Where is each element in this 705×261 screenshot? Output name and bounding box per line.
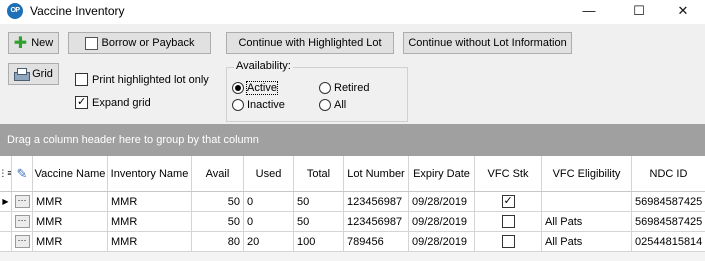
plus-icon: ✚ [13,34,28,52]
cell-vfc-eligibility: All Pats [542,232,632,251]
expand-grid-box[interactable] [75,95,88,109]
cell-avail: 80 [192,232,244,251]
close-button[interactable]: ✕ [660,0,705,24]
radio-all-circle[interactable] [319,99,331,111]
radio-active-circle[interactable] [232,82,244,94]
col-used[interactable]: Used [244,156,294,191]
grid-footer [0,252,705,261]
radio-retired[interactable]: Retired [319,82,369,94]
cell-inventory-name: MMR [108,212,192,231]
print-highlighted-label: Print highlighted lot only [92,73,209,86]
col-vfc-eligibility[interactable]: VFC Eligibility [542,156,632,191]
col-vfc-stk[interactable]: VFC Stk [475,156,542,191]
cell-vfc-eligibility [542,192,632,211]
radio-active-label: Active [246,81,278,95]
cell-vfc-stk[interactable] [475,192,542,211]
radio-inactive[interactable]: Inactive [232,99,285,111]
table-row[interactable]: ··· MMR MMR 80 20 100 789456 09/28/2019 … [0,232,705,252]
col-vaccine-name[interactable]: Vaccine Name [33,156,108,191]
col-ndc-id[interactable]: NDC ID [632,156,705,191]
row-edit-button[interactable]: ··· [12,212,33,231]
maximize-button[interactable]: ☐ [616,0,662,24]
new-button-label: New [31,37,54,49]
cell-vfc-stk[interactable] [475,232,542,251]
toolbar: ✚ New Borrow or Payback Continue with Hi… [0,24,705,124]
col-inventory-name[interactable]: Inventory Name [108,156,192,191]
continue-without-lot-button[interactable]: Continue without Lot Information [403,32,572,54]
row-indicator-icon: ▶ [0,192,12,211]
grid-button-label: Grid [32,68,53,80]
window-title: Vaccine Inventory [30,4,125,18]
cell-expiry-date: 09/28/2019 [409,212,475,231]
row-indicator [0,212,12,231]
print-highlighted-checkbox[interactable]: Print highlighted lot only [75,73,209,86]
radio-retired-circle[interactable] [319,82,331,94]
table-row[interactable]: ▶ ··· MMR MMR 50 0 50 123456987 09/28/20… [0,192,705,212]
radio-retired-label: Retired [334,82,370,94]
borrow-button-label: Borrow or Payback [101,37,195,49]
expand-grid-label: Expand grid [92,96,151,109]
cell-vaccine-name: MMR [33,192,108,211]
col-expiry-date[interactable]: Expiry Date [409,156,475,191]
cell-used: 0 [244,192,294,211]
column-chooser-icon[interactable]: ⋮≡ [0,156,12,191]
cell-lot-number: 789456 [344,232,409,251]
vfc-stk-checkbox[interactable] [501,215,515,228]
radio-all[interactable]: All [319,99,346,111]
col-avail[interactable]: Avail [192,156,244,191]
cell-vaccine-name: MMR [33,232,108,251]
cell-total: 50 [294,192,344,211]
pencil-icon: ✎ [12,156,33,191]
availability-group: Availability: Active Retired Inactive Al… [226,60,408,122]
cell-avail: 50 [192,212,244,231]
continue-highlighted-lot-button[interactable]: Continue with Highlighted Lot [226,32,394,54]
cell-avail: 50 [192,192,244,211]
cell-inventory-name: MMR [108,232,192,251]
grid-header: ⋮≡ ✎ Vaccine Name Inventory Name Avail U… [0,156,705,192]
expand-grid-checkbox[interactable]: Expand grid [75,95,151,109]
radio-inactive-circle[interactable] [232,99,244,111]
cell-expiry-date: 09/28/2019 [409,232,475,251]
cell-vfc-eligibility: All Pats [542,212,632,231]
radio-inactive-label: Inactive [247,99,285,111]
row-edit-button[interactable]: ··· [12,232,33,251]
cell-inventory-name: MMR [108,192,192,211]
cell-total: 50 [294,212,344,231]
cell-total: 100 [294,232,344,251]
new-button[interactable]: ✚ New [8,32,59,54]
cell-ndc-id: 56984587425 [635,215,703,228]
vfc-stk-checkbox[interactable] [501,235,515,248]
row-edit-button[interactable]: ··· [12,192,33,211]
borrow-payback-button[interactable]: Borrow or Payback [68,32,211,54]
cell-vfc-stk[interactable] [475,212,542,231]
cell-ndc-id: 56984587425 [635,195,703,208]
continue-without-label: Continue without Lot Information [408,37,567,49]
radio-active[interactable]: Active [232,81,278,95]
group-by-panel[interactable]: Drag a column header here to group by th… [0,124,705,156]
title-bar: OP Vaccine Inventory — ☐ ✕ [0,0,705,24]
continue-highlighted-label: Continue with Highlighted Lot [238,37,382,49]
availability-legend: Availability: [234,60,293,72]
vfc-stk-checkbox[interactable] [501,194,515,208]
book-icon [84,36,98,50]
minimize-button[interactable]: — [566,0,612,24]
cell-lot-number: 123456987 [344,212,409,231]
cell-expiry-date: 09/28/2019 [409,192,475,211]
row-indicator [0,232,12,251]
print-highlighted-box[interactable] [75,73,88,86]
inventory-grid: ⋮≡ ✎ Vaccine Name Inventory Name Avail U… [0,156,705,261]
radio-all-label: All [334,99,347,111]
cell-ndc-id: 02544815814 [635,235,703,248]
col-total[interactable]: Total [294,156,344,191]
cell-used: 0 [244,212,294,231]
grid-button[interactable]: Grid [8,63,59,85]
col-lot-number[interactable]: Lot Number [344,156,409,191]
printer-icon [14,68,31,81]
table-row[interactable]: ··· MMR MMR 50 0 50 123456987 09/28/2019… [0,212,705,232]
cell-vaccine-name: MMR [33,212,108,231]
app-icon: OP [7,3,23,19]
cell-used: 20 [244,232,294,251]
cell-lot-number: 123456987 [344,192,409,211]
